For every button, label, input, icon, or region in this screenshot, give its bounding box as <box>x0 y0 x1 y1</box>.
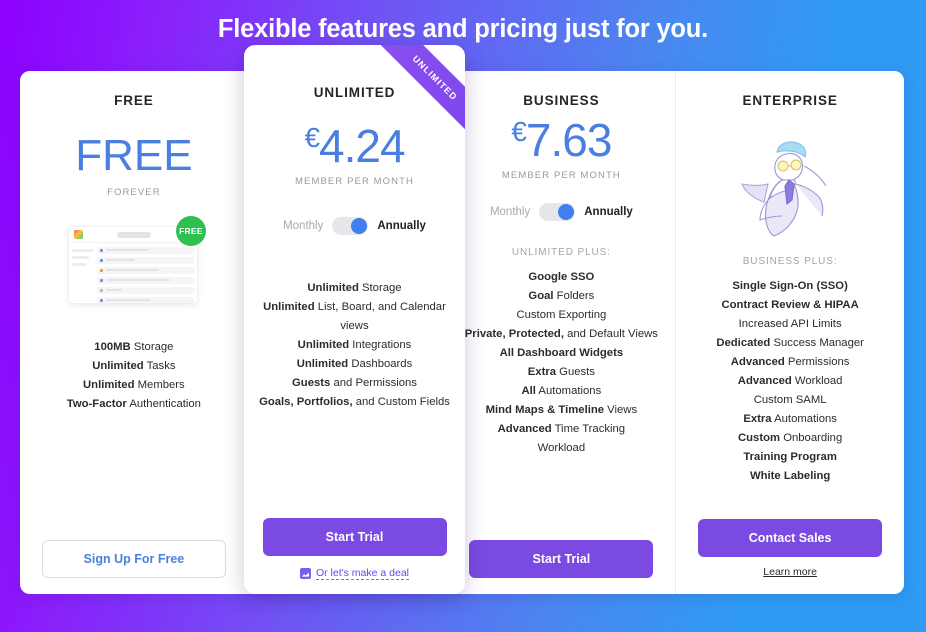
start-trial-button-business[interactable]: Start Trial <box>469 539 654 578</box>
feature-item: Google SSO <box>528 271 595 284</box>
illustration-body <box>69 243 197 303</box>
cta-area-free: Sign Up For Free <box>34 539 234 578</box>
plan-price-business: €7.63 <box>511 113 613 167</box>
contact-sales-button[interactable]: Contact Sales <box>698 518 883 557</box>
page-title: Flexible features and pricing just for y… <box>217 15 709 43</box>
feature-item: 100MB Storage <box>94 340 174 353</box>
billing-toggle-business[interactable]: Monthly Annually <box>490 203 633 222</box>
feature-item: Two-Factor Authentication <box>66 397 201 410</box>
start-trial-button-unlimited[interactable]: Start Trial <box>262 517 447 556</box>
deal-tag-icon <box>299 567 311 579</box>
illustration-task-rows <box>96 246 194 303</box>
illustration-sidebar <box>71 247 94 303</box>
cta-area-enterprise: Contact Sales Learn more <box>690 518 890 578</box>
currency-symbol: € <box>511 116 527 148</box>
feature-list-enterprise: Single Sign-On (SSO) Contract Review & H… <box>716 277 864 486</box>
toggle-label-monthly[interactable]: Monthly <box>283 220 323 232</box>
make-a-deal-link[interactable]: Or let's make a deal <box>299 566 410 580</box>
feature-item: Unlimited List, Board, and Calendar <box>263 301 446 314</box>
switch-knob <box>351 218 368 235</box>
illustration-search-pill <box>116 231 151 238</box>
plan-name-business: BUSINESS <box>523 92 600 108</box>
feature-item: Workload <box>537 442 586 455</box>
feature-item: Advanced Workload <box>737 374 843 387</box>
feature-item: Mind Maps & Timeline Views <box>485 404 638 417</box>
make-a-deal-label: Or let's make a deal <box>315 566 410 580</box>
feature-item: Custom Onboarding <box>738 431 843 444</box>
feature-item: Guests and Permissions <box>292 377 417 390</box>
plan-price-unlimited: €4.24 <box>304 119 406 173</box>
feature-item: views <box>340 320 369 333</box>
plan-name-unlimited: UNLIMITED <box>313 84 396 100</box>
plan-price-free: FREE <box>75 130 193 180</box>
price-amount: 4.24 <box>319 119 406 172</box>
feature-item: Training Program <box>743 450 837 463</box>
currency-symbol: € <box>304 122 320 154</box>
feature-list-business: Google SSO Goal Folders Custom Exporting… <box>465 268 658 458</box>
billing-toggle-unlimited[interactable]: Monthly Annually <box>283 217 426 236</box>
cta-area-unlimited: Start Trial Or let's make a deal <box>257 517 452 580</box>
free-badge: FREE <box>175 215 206 246</box>
feature-item: Increased API Limits <box>738 317 842 330</box>
feature-list-unlimited: Unlimited Storage Unlimited List, Board,… <box>259 279 450 412</box>
feature-item: Unlimited Integrations <box>297 339 412 352</box>
feature-item: Extra Automations <box>743 412 837 425</box>
feature-list-free: 100MB Storage Unlimited Tasks Unlimited … <box>67 338 201 414</box>
feature-item: Extra Guests <box>527 366 595 379</box>
feature-item: Custom Exporting <box>516 309 607 322</box>
feature-item: Unlimited Tasks <box>92 359 176 372</box>
pricing-cards-container: FREE FREE FOREVER FREE 100MB Storage Unl… <box>0 44 926 594</box>
plan-period-business: MEMBER PER MONTH <box>501 170 621 182</box>
price-amount: 7.63 <box>525 113 613 166</box>
plan-name-enterprise: ENTERPRISE <box>742 92 838 108</box>
feature-item: Custom SAML <box>753 393 827 406</box>
toggle-label-annually[interactable]: Annually <box>584 206 633 218</box>
plan-card-free: FREE FREE FOREVER FREE 100MB Storage Unl… <box>20 70 248 594</box>
plan-card-enterprise: ENTERPRISE BUSINESS PLUS: Single Sign-On… <box>675 70 904 594</box>
billing-switch[interactable] <box>539 203 576 222</box>
feature-item: Advanced Permissions <box>730 355 850 368</box>
feature-item: Goals, Portfolios, and Custom Fields <box>259 396 450 409</box>
feature-item: Advanced Time Tracking <box>497 423 626 436</box>
switch-knob <box>558 204 575 221</box>
plan-period-free: FOREVER <box>107 186 161 198</box>
plan-period-unlimited: MEMBER PER MONTH <box>295 176 414 188</box>
sign-up-for-free-button[interactable]: Sign Up For Free <box>41 539 226 578</box>
plan-card-business: BUSINESS €7.63 MEMBER PER MONTH Monthly … <box>447 70 676 594</box>
feature-item: Contract Review & HIPAA <box>721 298 859 311</box>
feature-item: Unlimited Dashboards <box>296 358 413 371</box>
feature-list-header-business: UNLIMITED PLUS: <box>511 247 611 259</box>
feature-item: All Automations <box>521 385 602 398</box>
plan-card-unlimited: UNLIMITED UNLIMITED €4.24 MEMBER PER MON… <box>244 44 465 594</box>
feature-item: Dedicated Success Manager <box>716 336 864 349</box>
billing-switch[interactable] <box>332 217 369 236</box>
toggle-label-monthly[interactable]: Monthly <box>490 206 530 218</box>
feature-item: Unlimited Storage <box>307 282 402 295</box>
free-plan-illustration: FREE <box>64 215 206 308</box>
app-logo-icon <box>73 229 83 239</box>
toggle-label-annually[interactable]: Annually <box>377 220 426 232</box>
feature-list-header-enterprise: BUSINESS PLUS: <box>742 255 838 267</box>
superhero-businessman-icon <box>741 141 827 237</box>
plan-name-free: FREE <box>114 92 154 108</box>
learn-more-link[interactable]: Learn more <box>763 566 817 578</box>
feature-item: All Dashboard Widgets <box>499 347 624 360</box>
feature-item: Single Sign-On (SSO) <box>732 279 848 292</box>
feature-item: White Labeling <box>749 469 831 482</box>
feature-item: Goal Folders <box>528 290 595 303</box>
feature-item: Unlimited Members <box>83 378 185 391</box>
cta-area-business: Start Trial <box>462 539 662 578</box>
feature-item: Private, Protected, and Default Views <box>464 328 658 341</box>
